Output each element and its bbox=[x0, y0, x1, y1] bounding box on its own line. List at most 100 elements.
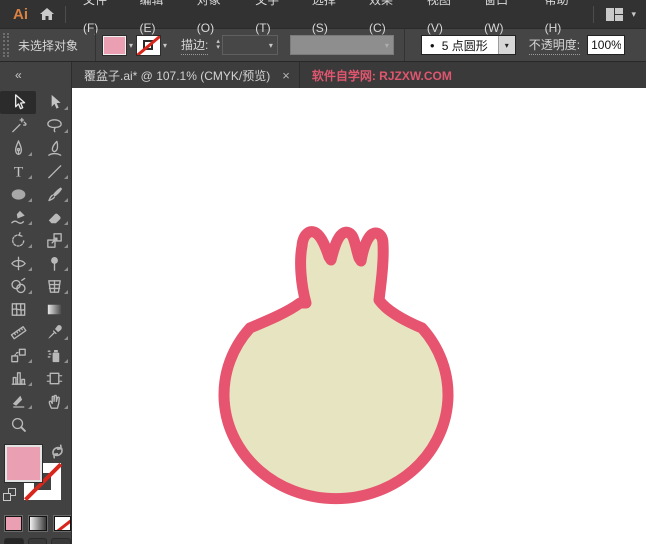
menu-separator bbox=[65, 6, 66, 23]
draw-behind-button[interactable] bbox=[28, 538, 48, 544]
color-button[interactable] bbox=[5, 516, 22, 531]
pen-tool[interactable] bbox=[0, 137, 36, 160]
rotate-tool[interactable] bbox=[0, 229, 36, 252]
rotate-icon bbox=[9, 231, 28, 250]
shaper-icon bbox=[9, 208, 28, 227]
ellipse-icon bbox=[9, 185, 28, 204]
curvature-icon bbox=[45, 139, 64, 158]
none-slash-icon bbox=[137, 36, 160, 55]
line-segment-tool[interactable] bbox=[36, 160, 72, 183]
blend-icon bbox=[9, 346, 28, 365]
color-kind-buttons bbox=[0, 512, 71, 531]
pin-icon bbox=[45, 254, 64, 273]
chevron-down-icon[interactable]: ▾ bbox=[160, 41, 171, 50]
home-icon[interactable] bbox=[39, 6, 55, 22]
document-tab[interactable]: 覆盆子.ai* @ 107.1% (CMYK/预览) × bbox=[72, 62, 300, 88]
canvas-area: T bbox=[0, 88, 646, 544]
hand-tool[interactable] bbox=[36, 390, 72, 413]
watermark-text: 软件自学网: RJZXW.COM bbox=[312, 62, 452, 88]
draw-normal-button[interactable] bbox=[4, 538, 24, 544]
puppet-warp-tool[interactable] bbox=[36, 252, 72, 275]
opacity-label[interactable]: 不透明度: bbox=[529, 36, 580, 55]
workspace-switcher[interactable]: ▾ bbox=[593, 6, 646, 23]
width-tool[interactable] bbox=[0, 252, 36, 275]
brush-dropdown-button[interactable]: ▾ bbox=[498, 36, 515, 54]
curvature-tool[interactable] bbox=[36, 137, 72, 160]
default-fill-stroke-icon[interactable] bbox=[3, 488, 16, 501]
shaper-tool[interactable] bbox=[0, 206, 36, 229]
swap-fill-stroke-icon[interactable] bbox=[50, 444, 65, 459]
draw-inside-button[interactable] bbox=[51, 538, 71, 544]
lasso-icon bbox=[45, 116, 64, 135]
column-graph-tool[interactable] bbox=[0, 367, 36, 390]
fill-indicator[interactable] bbox=[5, 445, 42, 482]
fill-color-control[interactable]: ▾ bbox=[103, 36, 137, 55]
stroke-weight-combo[interactable]: ▾ bbox=[222, 35, 278, 55]
knife-icon bbox=[9, 392, 28, 411]
shape-builder-tool[interactable] bbox=[0, 275, 36, 298]
chevron-down-icon: ▾ bbox=[631, 9, 636, 20]
gradient-icon bbox=[45, 300, 64, 319]
brush-definition-dropdown[interactable]: ● 5 点圆形 ▾ bbox=[421, 35, 516, 55]
artboard-tool[interactable] bbox=[36, 367, 72, 390]
ellipse-tool[interactable] bbox=[0, 183, 36, 206]
pen-icon bbox=[9, 139, 28, 158]
drawing-mode-buttons bbox=[0, 531, 71, 544]
lasso-tool[interactable] bbox=[36, 114, 72, 137]
perspective-grid-tool[interactable] bbox=[36, 275, 72, 298]
magic-wand-icon bbox=[9, 116, 28, 135]
panel-grip[interactable] bbox=[3, 33, 9, 57]
chevron-down-icon: ▾ bbox=[382, 41, 393, 50]
zoom-tool[interactable] bbox=[0, 413, 36, 436]
toolbar-collapse-button[interactable]: « bbox=[0, 62, 72, 88]
symbol-sprayer-tool[interactable] bbox=[36, 344, 72, 367]
eraser-tool[interactable] bbox=[36, 206, 72, 229]
separator bbox=[95, 28, 96, 62]
variable-width-dropdown-disabled: ▾ bbox=[290, 35, 394, 55]
measure-tool[interactable] bbox=[0, 321, 36, 344]
none-button[interactable] bbox=[54, 516, 71, 531]
brush-name: 5 点圆形 bbox=[442, 37, 488, 54]
pomegranate-shape[interactable] bbox=[224, 232, 448, 499]
stepper-down-icon[interactable]: ▾ bbox=[216, 45, 220, 51]
eraser-icon bbox=[45, 208, 64, 227]
fill-color-swatch[interactable] bbox=[103, 36, 126, 55]
paintbrush-icon bbox=[45, 185, 64, 204]
gradient-button[interactable] bbox=[29, 516, 46, 531]
type-tool[interactable]: T bbox=[0, 160, 36, 183]
stroke-none-swatch[interactable] bbox=[137, 36, 160, 55]
close-icon[interactable]: × bbox=[282, 69, 290, 82]
bar-chart-icon bbox=[9, 369, 28, 388]
separator bbox=[404, 28, 405, 62]
mesh-icon bbox=[9, 300, 28, 319]
menu-bar: Ai 文件(F) 编辑(E) 对象(O) 文字(T) 选择(S) 效果(C) 视… bbox=[0, 0, 646, 28]
stroke-color-control[interactable]: ▾ bbox=[137, 36, 171, 55]
type-icon: T bbox=[9, 162, 28, 181]
stroke-weight-stepper[interactable]: ▴ ▾ bbox=[216, 39, 220, 51]
gradient-tool[interactable] bbox=[36, 298, 72, 321]
opacity-input[interactable] bbox=[587, 35, 625, 55]
tools-panel: T bbox=[0, 88, 72, 544]
stroke-weight-label[interactable]: 描边: bbox=[181, 36, 208, 55]
scale-icon bbox=[45, 231, 64, 250]
magnifier-icon bbox=[9, 415, 28, 434]
fill-stroke-indicator bbox=[0, 442, 71, 512]
blend-tool[interactable] bbox=[0, 344, 36, 367]
menu-separator bbox=[593, 6, 594, 23]
brush-dot-icon: ● bbox=[430, 41, 435, 50]
eyedropper-tool[interactable] bbox=[36, 321, 72, 344]
scale-tool[interactable] bbox=[36, 229, 72, 252]
chevron-down-icon[interactable]: ▾ bbox=[126, 41, 137, 50]
slice-tool[interactable] bbox=[0, 390, 36, 413]
magic-wand-tool[interactable] bbox=[0, 114, 36, 137]
direct-selection-tool[interactable] bbox=[36, 91, 72, 114]
mesh-tool[interactable] bbox=[0, 298, 36, 321]
spray-can-icon bbox=[45, 346, 64, 365]
selection-status: 未选择对象 bbox=[18, 37, 78, 54]
chevron-down-icon: ▾ bbox=[266, 41, 277, 50]
workspace-icon bbox=[606, 8, 623, 21]
paintbrush-tool[interactable] bbox=[36, 183, 72, 206]
selection-tool[interactable] bbox=[0, 91, 36, 114]
selection-arrow-icon bbox=[9, 93, 28, 112]
tab-strip: « 覆盆子.ai* @ 107.1% (CMYK/预览) × 软件自学网: RJ… bbox=[0, 62, 646, 88]
